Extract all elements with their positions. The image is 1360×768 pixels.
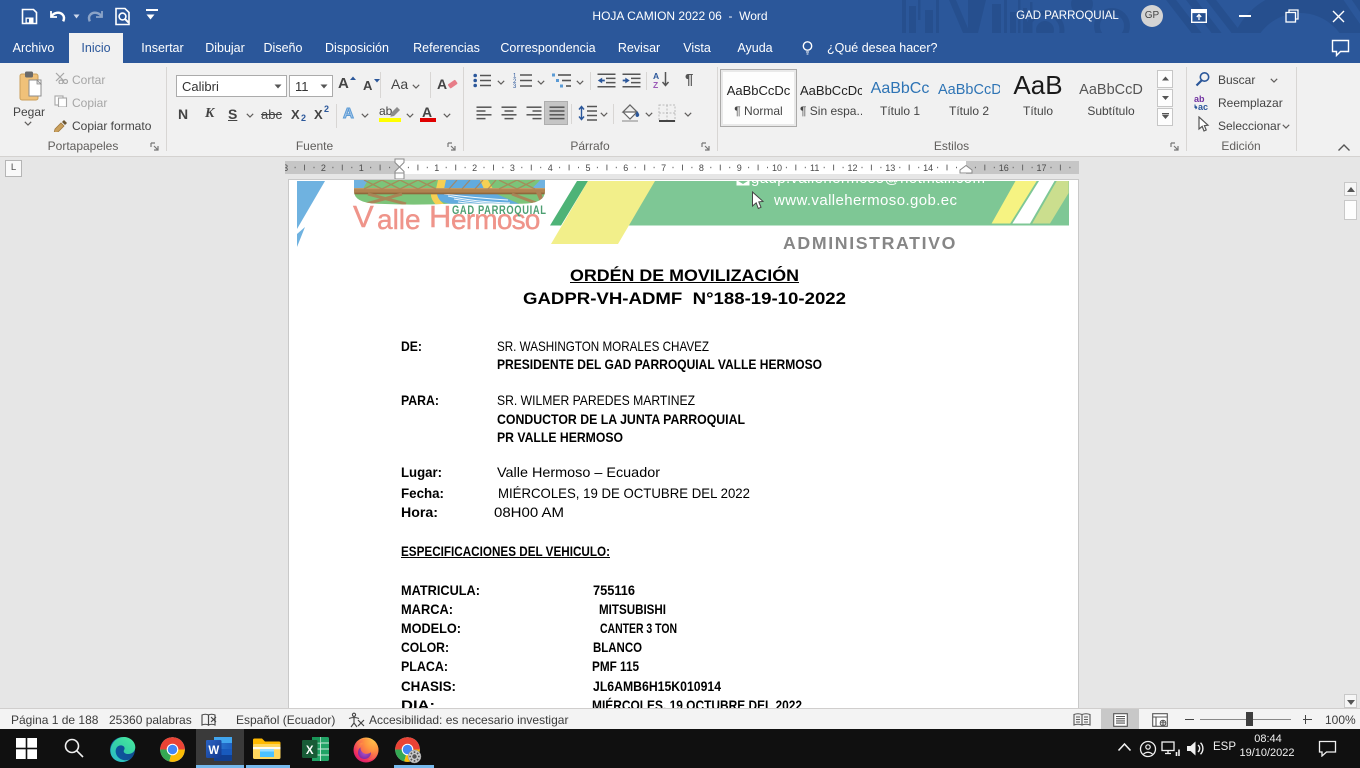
svg-text:1: 1 [434,163,439,173]
svg-text:8: 8 [699,163,704,173]
svg-text:12: 12 [847,163,857,173]
svg-text:17: 17 [1036,163,1046,173]
svg-text:X: X [306,745,314,757]
svg-text:3: 3 [285,163,288,173]
svg-text:9: 9 [737,163,742,173]
svg-text:6: 6 [623,163,628,173]
svg-text:14: 14 [923,163,933,173]
svg-text:4: 4 [548,163,553,173]
svg-text:2: 2 [321,163,326,173]
svg-text:1: 1 [359,163,364,173]
svg-text:16: 16 [999,163,1009,173]
svg-text:5: 5 [585,163,590,173]
svg-text:7: 7 [661,163,666,173]
svg-text:10: 10 [772,163,782,173]
svg-text:W: W [208,745,219,757]
svg-text:3: 3 [513,84,517,88]
svg-text:2: 2 [472,163,477,173]
svg-text:Z: Z [653,80,658,88]
svg-text:ac: ac [1198,102,1208,110]
svg-text:3: 3 [510,163,515,173]
svg-text:13: 13 [885,163,895,173]
svg-text:11: 11 [810,163,819,173]
